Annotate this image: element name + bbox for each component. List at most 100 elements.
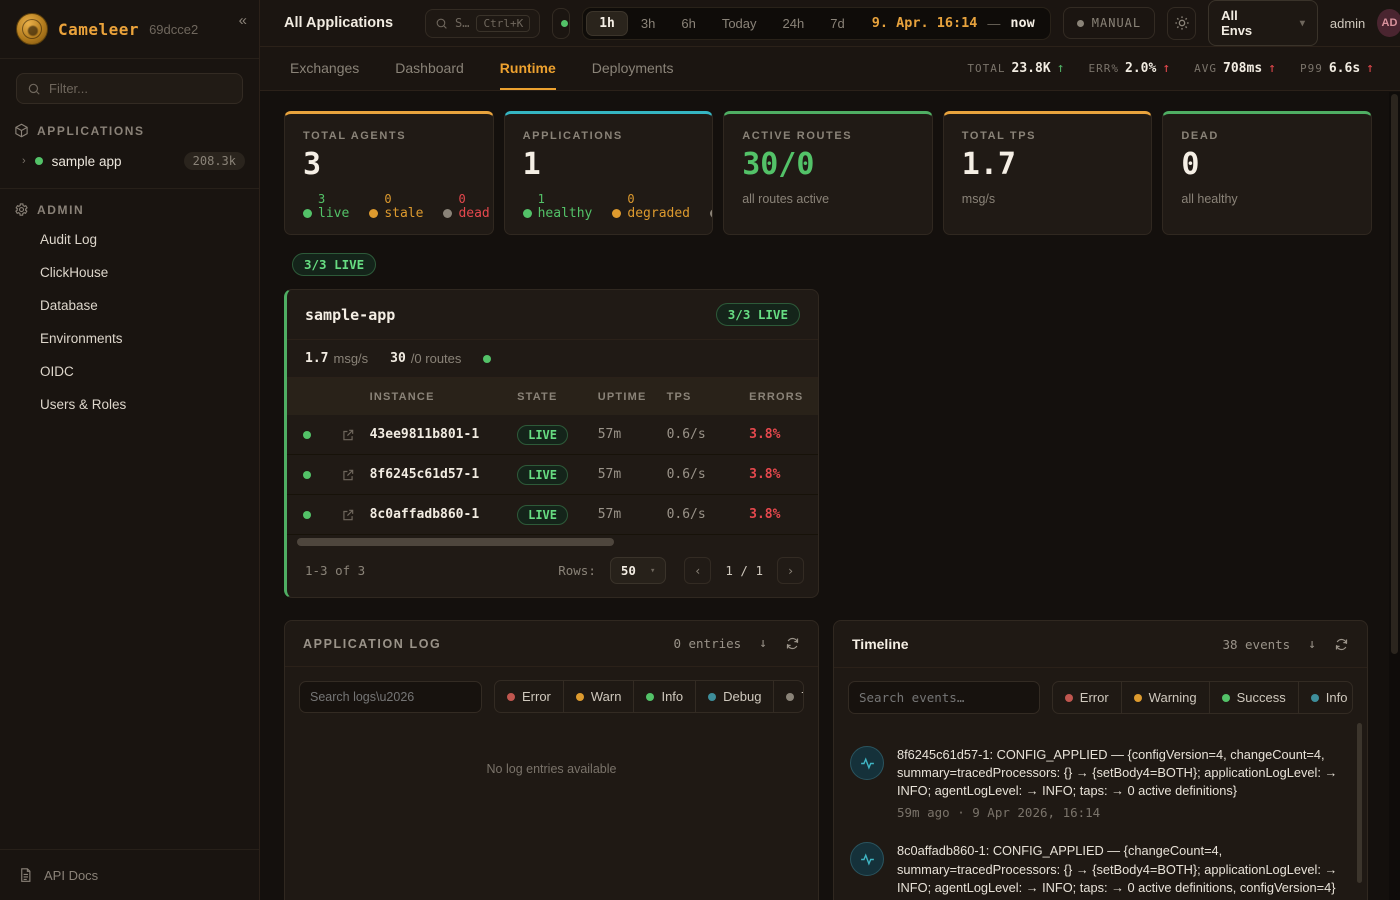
filter-warning[interactable]: Warning xyxy=(1121,682,1209,713)
app-name: sample-app xyxy=(305,306,395,324)
sidebar-item-clickhouse[interactable]: ClickHouse xyxy=(0,256,259,289)
dead-subtitle: all healthy xyxy=(1181,192,1353,206)
manual-dot xyxy=(1077,20,1084,27)
col-instance: INSTANCE xyxy=(370,391,518,403)
content-area: TOTAL AGENTS 3 3live 0stale 0dead APPLIC… xyxy=(260,91,1400,900)
app-tps-stat: 1.7msg/s xyxy=(305,351,368,366)
fleet-live-badge: 3/3 LIVE xyxy=(292,253,376,276)
tab-exchanges[interactable]: Exchanges xyxy=(290,47,359,90)
activity-pulse-icon xyxy=(850,746,884,780)
sidebar-item-database[interactable]: Database xyxy=(0,289,259,322)
timeline-title: Timeline xyxy=(852,636,909,652)
range-today[interactable]: Today xyxy=(709,11,770,36)
external-link-icon[interactable] xyxy=(326,468,369,482)
app-title: Cameleer xyxy=(58,20,139,39)
topbar-right: MANUAL All Envs ▾ admin AD xyxy=(1063,0,1400,46)
rows-per-page-select[interactable]: 50 ▾ xyxy=(610,557,666,584)
card-total-agents: TOTAL AGENTS 3 3live 0stale 0dead xyxy=(284,111,494,235)
filter-error[interactable]: Error xyxy=(1053,682,1121,713)
app-health-dot xyxy=(483,355,491,363)
avatar[interactable]: AD xyxy=(1377,9,1400,37)
metric-total: TOTAL 23.8K ↑ xyxy=(967,61,1064,76)
page-scrollbar-thumb[interactable] xyxy=(1391,94,1398,654)
filter-debug[interactable]: Debug xyxy=(695,681,773,712)
filter-info[interactable]: Info xyxy=(1298,682,1353,713)
tab-runtime[interactable]: Runtime xyxy=(500,47,556,90)
download-icon[interactable]: ↓ xyxy=(759,636,767,651)
external-link-icon[interactable] xyxy=(326,508,369,522)
sidebar-item-audit-log[interactable]: Audit Log xyxy=(0,223,259,256)
range-3h[interactable]: 3h xyxy=(628,11,668,36)
state-badge: LIVE xyxy=(517,465,568,485)
instance-status-dot xyxy=(303,431,311,439)
row-range-label: 1-3 of 3 xyxy=(305,563,365,578)
gear-icon xyxy=(14,202,29,217)
page-indicator: 1 / 1 xyxy=(725,563,763,578)
chevron-down-icon: ▾ xyxy=(1300,18,1305,29)
sidebar-collapse-icon[interactable]: « xyxy=(239,12,247,29)
expand-chevron-icon[interactable]: › xyxy=(22,155,26,167)
download-icon[interactable]: ↓ xyxy=(1308,637,1316,652)
application-log-panel: APPLICATION LOG 0 entries ↓ Error Warn I… xyxy=(284,620,819,900)
log-search-input[interactable] xyxy=(299,681,482,713)
sidebar-filter[interactable] xyxy=(16,73,243,104)
range-6h[interactable]: 6h xyxy=(668,11,708,36)
sun-icon xyxy=(1174,15,1190,31)
tab-dashboard[interactable]: Dashboard xyxy=(395,47,464,90)
filter-warn[interactable]: Warn xyxy=(563,681,634,712)
theme-toggle-button[interactable] xyxy=(1167,7,1196,40)
range-1h[interactable]: 1h xyxy=(586,11,628,36)
refresh-icon[interactable] xyxy=(785,636,800,651)
timeline-scrollbar-thumb[interactable] xyxy=(1357,723,1362,883)
instance-table-header: INSTANCE STATE UPTIME TPS ERRORS H xyxy=(287,378,818,415)
external-link-icon[interactable] xyxy=(326,428,369,442)
horizontal-scrollbar-thumb[interactable] xyxy=(297,538,614,546)
search-placeholder: S… xyxy=(455,16,469,30)
refresh-icon[interactable] xyxy=(1334,637,1349,652)
manual-mode-button[interactable]: MANUAL xyxy=(1063,7,1155,39)
state-badge: LIVE xyxy=(517,505,568,525)
sidebar: Cameleer 69dcce2 « APPLICATIONS › sample… xyxy=(0,0,260,900)
timeline-search-input[interactable] xyxy=(848,681,1040,714)
prev-page-button[interactable]: ‹ xyxy=(684,557,711,584)
range-start-time[interactable]: 9. Apr. 16:14 xyxy=(858,15,986,31)
filter-trace[interactable]: Trace xyxy=(773,681,804,712)
filter-error[interactable]: Error xyxy=(495,681,563,712)
build-version: 69dcce2 xyxy=(149,22,198,37)
log-level-filters: Error Warn Info Debug Trace xyxy=(494,680,804,713)
col-uptime: UPTIME xyxy=(598,391,667,403)
live-status-button[interactable]: O xyxy=(552,8,570,39)
sidebar-item-environments[interactable]: Environments xyxy=(0,322,259,355)
api-docs-link[interactable]: API Docs xyxy=(0,849,259,900)
event-list: 8f6245c61d57-1: CONFIG_APPLIED — {config… xyxy=(834,727,1367,900)
timeline-scrollbar xyxy=(1357,723,1362,900)
range-7d[interactable]: 7d xyxy=(817,11,857,36)
filter-success[interactable]: Success xyxy=(1209,682,1298,713)
log-panel-title: APPLICATION LOG xyxy=(303,637,441,651)
document-icon xyxy=(18,867,33,883)
table-row[interactable]: 8f6245c61d57-1 LIVE 57m 0.6/s 3.8% 5 xyxy=(287,455,818,495)
arrow-up-icon: ↑ xyxy=(1366,61,1374,76)
timeline-event[interactable]: 8f6245c61d57-1: CONFIG_APPLIED — {config… xyxy=(848,735,1351,831)
table-footer: 1-3 of 3 Rows: 50 ▾ ‹ 1 / 1 › xyxy=(287,548,818,597)
cameleer-logo-icon xyxy=(16,13,48,45)
timeline-event[interactable]: 8c0affadb860-1: CONFIG_APPLIED — {change… xyxy=(848,831,1351,900)
app-live-badge: 3/3 LIVE xyxy=(716,303,800,326)
sidebar-item-sample-app[interactable]: › sample app 208.3k xyxy=(0,144,259,180)
table-row[interactable]: 8c0affadb860-1 LIVE 57m 0.6/s 3.8% 5 xyxy=(287,495,818,535)
sidebar-item-oidc[interactable]: OIDC xyxy=(0,355,259,388)
sidebar-item-users-roles[interactable]: Users & Roles xyxy=(0,388,259,421)
filter-info[interactable]: Info xyxy=(633,681,695,712)
sidebar-filter-input[interactable] xyxy=(49,81,232,96)
table-row[interactable]: 43ee9811b801-1 LIVE 57m 0.6/s 3.8% 2 xyxy=(287,415,818,455)
timeline-event-count: 38 events xyxy=(1222,637,1290,652)
tab-deployments[interactable]: Deployments xyxy=(592,47,674,90)
agents-stale: 0stale xyxy=(369,192,423,222)
tps-value: 1.7 xyxy=(962,150,1134,180)
global-search[interactable]: S… Ctrl+K xyxy=(425,9,540,38)
environment-select[interactable]: All Envs ▾ xyxy=(1208,0,1318,46)
instance-status-dot xyxy=(303,511,311,519)
range-end-time[interactable]: now xyxy=(1002,15,1046,31)
range-24h[interactable]: 24h xyxy=(770,11,818,36)
next-page-button[interactable]: › xyxy=(777,557,804,584)
